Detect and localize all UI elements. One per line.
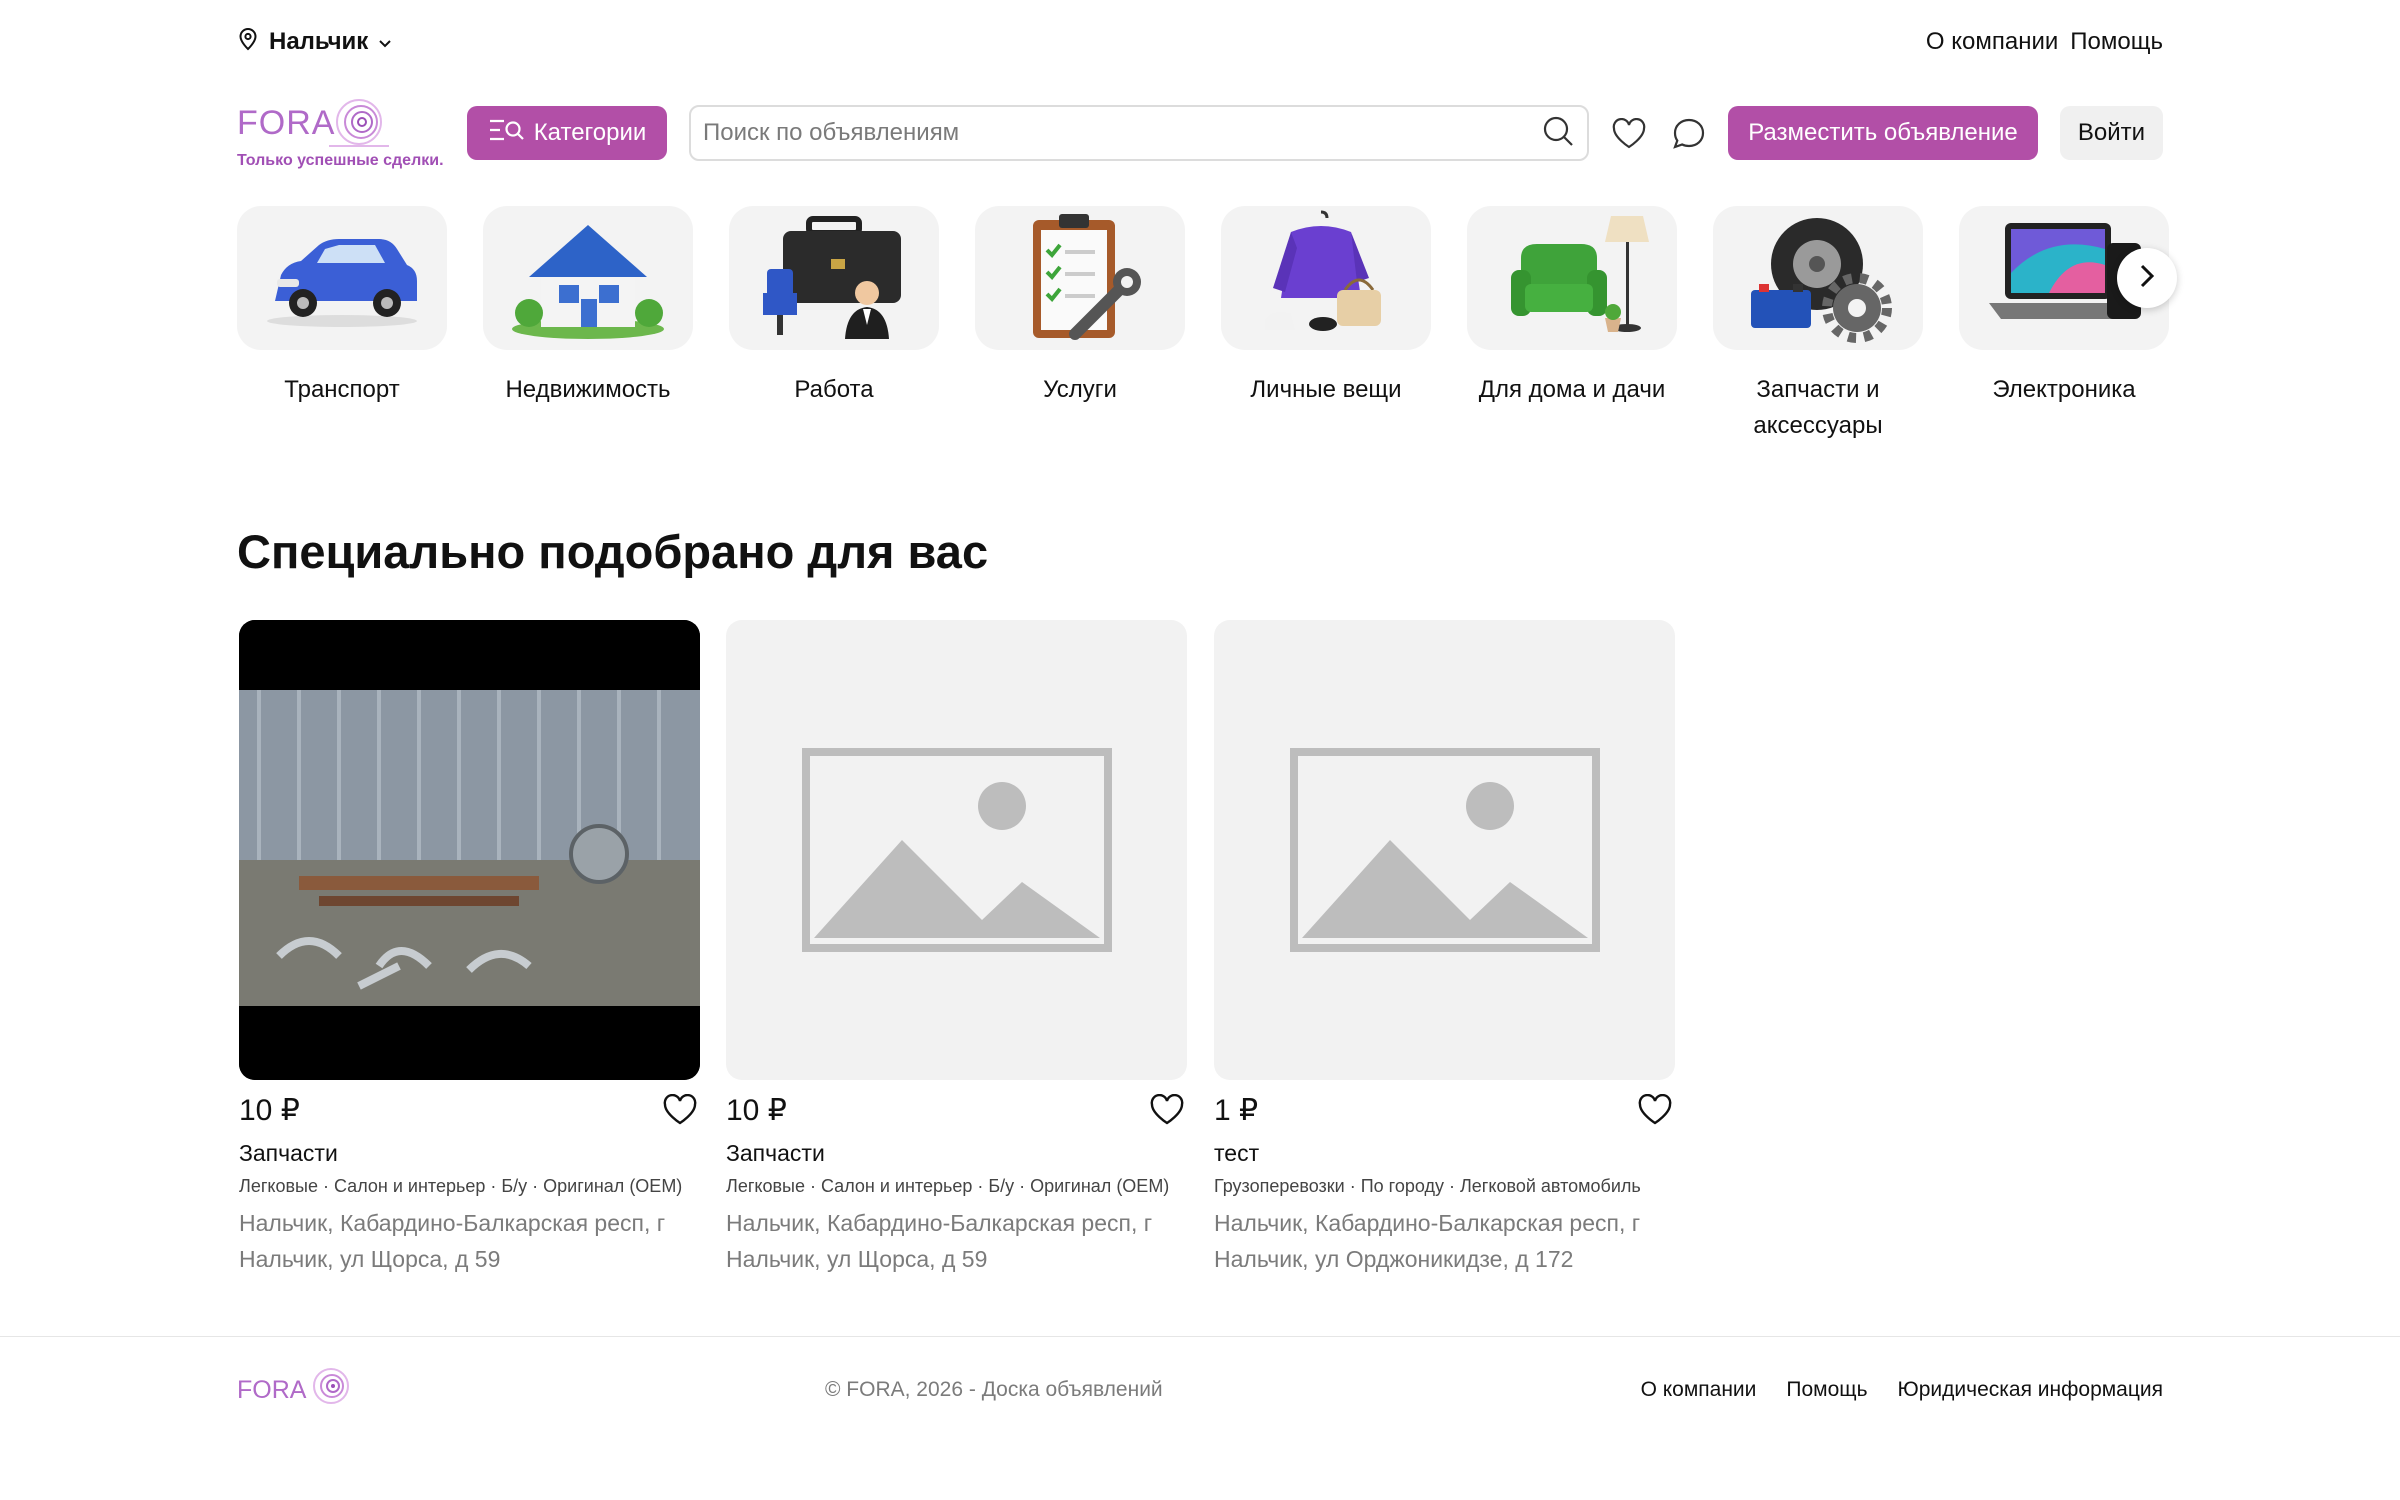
logo-text: FORA — [237, 104, 336, 142]
section-title: Специально подобрано для вас — [237, 525, 989, 578]
category-electronics[interactable]: Электроника — [1959, 206, 2169, 408]
listing-address: Нальчик, Кабардино-Балкарская респ, г На… — [239, 1210, 666, 1272]
listing-price: 10 ₽ — [726, 1093, 787, 1127]
listing-price-row: 10 ₽ — [239, 1088, 700, 1132]
listing-price: 10 ₽ — [239, 1093, 300, 1127]
categories-carousel: Транспорт Недвижимость Работа Услуги Лич… — [237, 206, 2177, 446]
house-icon — [483, 206, 693, 350]
tire-gear-icon — [1713, 206, 1923, 350]
footer-divider — [0, 1336, 2400, 1337]
listing-tags: Легковые · Салон и интерьер · Б/у · Ориг… — [726, 1176, 1170, 1196]
carousel-next-button[interactable] — [2117, 248, 2177, 308]
category-transport[interactable]: Транспорт — [237, 206, 447, 408]
header: FORA Только успешные сделки. Категории Р… — [237, 96, 2163, 176]
listing-card[interactable]: 10 ₽ Запчасти Легковые · Салон и интерье… — [726, 620, 1187, 1277]
category-personal[interactable]: Личные вещи — [1221, 206, 1431, 408]
city-name: Нальчик — [269, 28, 369, 55]
category-home-garden[interactable]: Для дома и дачи — [1467, 206, 1677, 408]
footer-copyright: © FORA, 2026 - Доска объявлений — [825, 1378, 1163, 1401]
search-box — [689, 105, 1589, 161]
favorite-heart-icon[interactable] — [1635, 1090, 1675, 1130]
logo[interactable]: FORA Только успешные сделки. — [237, 96, 457, 176]
footer-logo[interactable]: FORA — [237, 1366, 357, 1416]
listing-title[interactable]: Запчасти — [239, 1140, 700, 1167]
listing-address: Нальчик, Кабардино-Балкарская респ, г На… — [726, 1210, 1153, 1272]
top-link-about[interactable]: О компании — [1926, 28, 2058, 56]
listing-card[interactable]: 1 ₽ тест Грузоперевозки · По городу · Ле… — [1214, 620, 1675, 1277]
category-jobs[interactable]: Работа — [729, 206, 939, 408]
category-label: Электроника — [1992, 376, 2136, 403]
listing-card[interactable]: 10 ₽ Запчасти Легковые · Салон и интерье… — [239, 620, 700, 1277]
car-icon — [237, 206, 447, 350]
footer-link-help[interactable]: Помощь — [1786, 1378, 1867, 1402]
listing-photo[interactable] — [239, 620, 700, 1080]
category-label: Недвижимость — [505, 376, 671, 403]
footer: FORA © FORA, 2026 - Доска объявлений О к… — [237, 1366, 2163, 1416]
categories-button-label: Категории — [533, 119, 647, 146]
favorite-heart-icon[interactable] — [660, 1090, 700, 1130]
chevron-right-icon — [2138, 263, 2156, 294]
favorite-heart-icon[interactable] — [1147, 1090, 1187, 1130]
login-button[interactable]: Войти — [2060, 106, 2163, 160]
clothes-icon — [1221, 206, 1431, 350]
listing-title[interactable]: Запчасти — [726, 1140, 1187, 1167]
search-icon[interactable] — [1541, 114, 1575, 153]
categories-button[interactable]: Категории — [467, 106, 667, 160]
listing-title[interactable]: тест — [1214, 1140, 1675, 1167]
logo-swirl-icon — [309, 1366, 351, 1415]
listing-tags: Легковые · Салон и интерьер · Б/у · Ориг… — [239, 1176, 683, 1196]
location-pin-icon — [237, 27, 259, 58]
image-placeholder-icon[interactable] — [726, 620, 1187, 1080]
armchair-icon — [1467, 206, 1677, 350]
category-label: Для дома и дачи — [1478, 376, 1666, 403]
chevron-down-icon — [378, 28, 392, 56]
footer-link-legal[interactable]: Юридическая информация — [1898, 1378, 2163, 1402]
listing-address: Нальчик, Кабардино-Балкарская респ, г На… — [1214, 1210, 1641, 1272]
category-label: Транспорт — [284, 376, 400, 403]
image-placeholder-icon[interactable] — [1214, 620, 1675, 1080]
category-label: Запчасти и аксессуары — [1753, 376, 1883, 439]
category-parts[interactable]: Запчасти и аксессуары — [1713, 206, 1923, 444]
categories-menu-icon — [488, 118, 524, 149]
footer-links: О компании Помощь Юридическая информация — [1641, 1378, 2163, 1402]
favorites-heart-icon[interactable] — [1609, 114, 1649, 154]
city-selector[interactable]: Нальчик — [237, 27, 392, 58]
footer-logo-text: FORA — [237, 1376, 307, 1404]
topbar: Нальчик О компании Помощь — [237, 22, 2163, 62]
listing-tags: Грузоперевозки · По городу · Легковой ав… — [1214, 1176, 1641, 1196]
listing-price: 1 ₽ — [1214, 1093, 1259, 1127]
search-input[interactable] — [703, 119, 1541, 147]
post-ad-button[interactable]: Разместить объявление — [1728, 106, 2038, 160]
clipboard-wrench-icon — [975, 206, 1185, 350]
top-links: О компании Помощь — [1926, 28, 2163, 56]
category-label: Личные вещи — [1250, 376, 1402, 403]
logo-swirl-icon — [329, 96, 389, 157]
logo-tagline: Только успешные сделки. — [237, 152, 444, 169]
category-label: Работа — [794, 376, 874, 403]
category-services[interactable]: Услуги — [975, 206, 1185, 408]
listing-price-row: 1 ₽ — [1214, 1088, 1675, 1132]
top-link-help[interactable]: Помощь — [2070, 28, 2163, 56]
footer-link-about[interactable]: О компании — [1641, 1378, 1757, 1402]
listing-price-row: 10 ₽ — [726, 1088, 1187, 1132]
category-real-estate[interactable]: Недвижимость — [483, 206, 693, 408]
category-label: Услуги — [1043, 376, 1117, 403]
briefcase-icon — [729, 206, 939, 350]
messages-chat-icon[interactable] — [1669, 114, 1709, 154]
